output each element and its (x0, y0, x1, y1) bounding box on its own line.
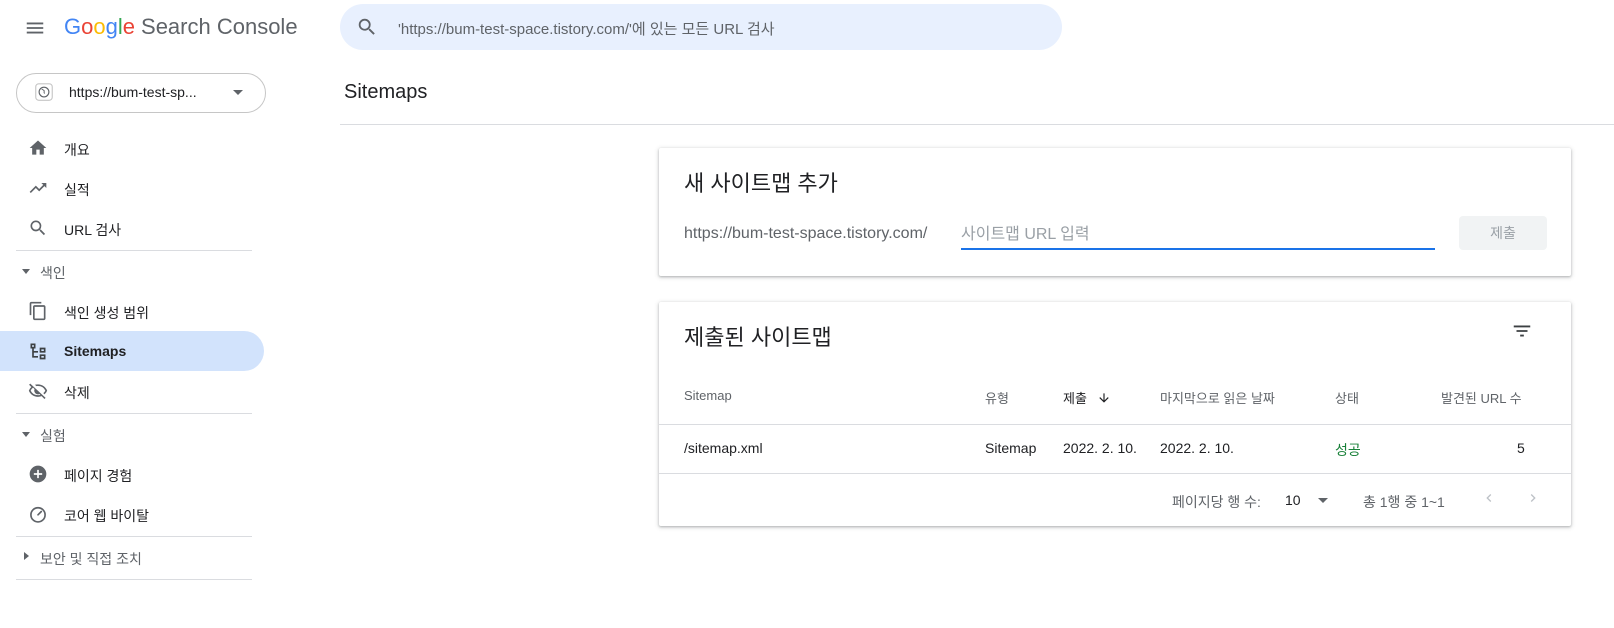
sidebar-item-core-web-vitals[interactable]: 코어 웹 바이탈 (0, 494, 264, 534)
sidebar-section-index[interactable]: 색인 (0, 251, 264, 291)
gauge-icon (30, 506, 46, 523)
cell-status: 성공 (1335, 442, 1361, 458)
cell-type: Sitemap (985, 440, 1037, 456)
pagination: 페이지당 행 수: 10 총 1행 중 1~1 (659, 474, 1571, 526)
caret-down-icon (22, 269, 30, 274)
table-header: Sitemap 유형 제출 마지막으로 읽은 날짜 상태 발견된 URL 수 (659, 374, 1571, 425)
section-label: 색인 (40, 265, 66, 281)
copy-icon (29, 301, 46, 321)
column-header-sitemap[interactable]: Sitemap (684, 388, 732, 403)
chevron-down-icon[interactable] (1318, 498, 1328, 503)
sidebar-item-label: 코어 웹 바이탈 (64, 508, 150, 524)
column-header-type[interactable]: 유형 (985, 388, 1009, 407)
add-sitemap-title: 새 사이트맵 추가 (684, 171, 838, 196)
sidebar-item-url-inspection[interactable]: URL 검사 (0, 208, 264, 248)
sidebar-item-label: Sitemaps (64, 343, 127, 359)
sidebar-item-removals[interactable]: 삭제 (0, 371, 264, 411)
product-name: Search Console (141, 14, 298, 39)
url-prefix: https://bum-test-space.tistory.com/ (684, 225, 928, 242)
sidebar-divider (16, 579, 252, 580)
sidebar-item-overview[interactable]: 개요 (0, 128, 264, 168)
logo-letter: o (93, 14, 106, 39)
chevron-right-icon[interactable] (1525, 488, 1541, 508)
sitemap-url-input[interactable] (961, 224, 1435, 250)
column-header-status[interactable]: 상태 (1335, 388, 1359, 407)
add-sitemap-card: 새 사이트맵 추가 https://bum-test-space.tistory… (659, 148, 1571, 276)
logo-letter: e (122, 14, 136, 39)
sidebar-item-label: 개요 (64, 142, 90, 158)
page-title: Sitemaps (344, 81, 428, 103)
cell-last-read: 2022. 2. 10. (1160, 440, 1234, 456)
filter-icon[interactable] (1511, 320, 1533, 342)
logo-letter: g (105, 14, 118, 39)
sitemap-icon (30, 343, 46, 360)
sidebar-item-page-experience[interactable]: 페이지 경험 (0, 454, 264, 494)
sidebar-item-performance[interactable]: 실적 (0, 168, 264, 208)
eye-off-icon (28, 383, 48, 399)
column-header-discovered-urls[interactable]: 발견된 URL 수 (1441, 388, 1522, 407)
rows-per-page-label: 페이지당 행 수: (1172, 494, 1261, 510)
trending-up-icon (29, 183, 47, 193)
chevron-down-icon (233, 90, 243, 95)
submitted-sitemaps-title: 제출된 사이트맵 (684, 325, 832, 350)
search-icon[interactable] (356, 16, 378, 38)
table-row[interactable]: /sitemap.xml Sitemap 2022. 2. 10. 2022. … (659, 425, 1571, 474)
rows-per-page-select[interactable]: 10 (1285, 492, 1301, 508)
arrow-down-icon (1098, 393, 1109, 403)
sidebar-item-label: URL 검사 (64, 222, 122, 238)
sidebar-item-label: 색인 생성 범위 (64, 305, 150, 321)
sidebar-item-coverage[interactable]: 색인 생성 범위 (0, 291, 264, 331)
top-bar: Google Search Console 'https://bum-test-s… (0, 0, 1614, 56)
caret-right-icon (24, 552, 29, 560)
search-icon (30, 220, 46, 236)
sidebar-nav: 개요 실적 URL 검사 색인 색인 생성 범위 Sitemaps 삭제 실험 … (0, 128, 264, 580)
google-wordmark: Google (64, 14, 135, 39)
sidebar-item-label: 삭제 (64, 385, 90, 401)
globe-icon (35, 83, 53, 101)
column-header-last-read[interactable]: 마지막으로 읽은 날짜 (1160, 388, 1275, 407)
sidebar-section-experience[interactable]: 실험 (0, 414, 264, 454)
cell-sitemap: /sitemap.xml (684, 440, 763, 456)
section-label: 보안 및 직접 조치 (40, 551, 142, 567)
search-console-logo[interactable]: Google Search Console (64, 14, 298, 40)
cell-discovered-urls: 5 (1517, 440, 1525, 456)
submitted-sitemaps-card: 제출된 사이트맵 Sitemap 유형 제출 마지막으로 읽은 날짜 상태 발견… (659, 302, 1571, 526)
logo-letter: o (81, 14, 94, 39)
sidebar-section-security[interactable]: 보안 및 직접 조치 (0, 537, 264, 577)
sidebar-item-label: 페이지 경험 (64, 468, 133, 484)
column-header-submitted[interactable]: 제출 (1063, 388, 1111, 407)
property-selector[interactable]: https://bum-test-sp... (16, 73, 266, 113)
plus-circle-icon (29, 465, 47, 483)
chevron-left-icon[interactable] (1481, 488, 1497, 508)
logo-letter: G (64, 14, 82, 39)
pagination-range: 총 1행 중 1~1 (1363, 494, 1445, 510)
submit-button[interactable]: 제출 (1459, 216, 1547, 250)
search-placeholder: 'https://bum-test-space.tistory.com/'에 있… (398, 21, 775, 38)
menu-icon[interactable] (24, 17, 46, 39)
caret-down-icon (22, 432, 30, 437)
sidebar-item-sitemaps[interactable]: Sitemaps (0, 331, 264, 371)
url-inspect-search-bar[interactable]: 'https://bum-test-space.tistory.com/'에 있… (340, 4, 1062, 50)
home-icon (29, 140, 47, 155)
property-label: https://bum-test-sp... (69, 84, 197, 100)
page-divider (340, 124, 1614, 125)
cell-submitted: 2022. 2. 10. (1063, 440, 1137, 456)
column-header-label: 제출 (1063, 391, 1087, 406)
section-label: 실험 (40, 428, 66, 444)
sidebar-item-label: 실적 (64, 182, 90, 198)
